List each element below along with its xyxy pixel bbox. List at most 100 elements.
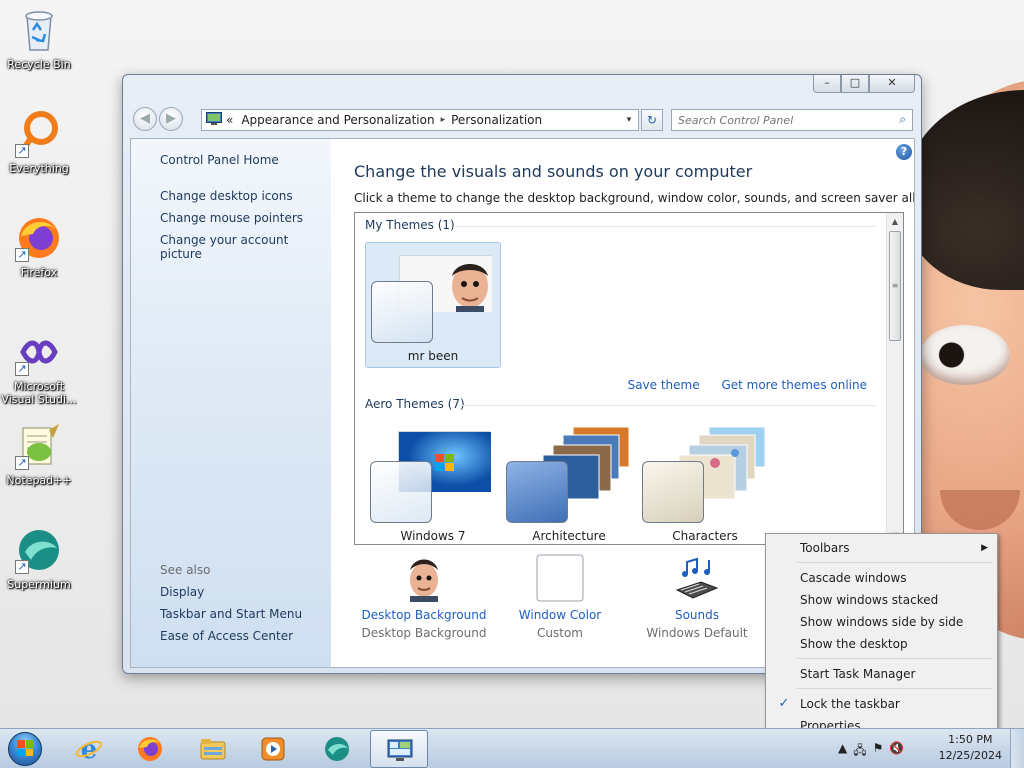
- network-icon[interactable]: 🖧: [853, 741, 866, 762]
- menu-item-lock-taskbar[interactable]: ✓ Lock the taskbar: [769, 693, 994, 715]
- aero-themes-heading: Aero Themes (7): [365, 397, 465, 411]
- taskbar-control-panel[interactable]: [370, 730, 428, 768]
- shortcut-arrow-icon: ↗: [15, 248, 29, 262]
- ease-of-access-link[interactable]: Ease of Access Center: [160, 629, 302, 643]
- menu-item-start-task-manager[interactable]: Start Task Manager: [769, 663, 994, 685]
- taskbar-internet-explorer[interactable]: e: [60, 730, 118, 768]
- menu-item-label: Show the desktop: [800, 637, 908, 651]
- theme-tile-characters[interactable]: Characters: [637, 419, 773, 544]
- change-desktop-icons-link[interactable]: Change desktop icons: [160, 189, 331, 203]
- page-title: Change the visuals and sounds on your co…: [354, 162, 753, 181]
- volume-muted-icon[interactable]: 🔇: [889, 741, 904, 762]
- theme-tile-mr-been[interactable]: mr been: [365, 242, 501, 368]
- menu-item-windows-stacked[interactable]: Show windows stacked: [769, 589, 994, 611]
- display-link[interactable]: Display: [160, 585, 302, 599]
- theme-name: mr been: [407, 349, 459, 363]
- desktop-icon-recycle-bin[interactable]: Recycle Bin: [0, 6, 78, 71]
- show-desktop-button[interactable]: [1010, 729, 1024, 768]
- change-mouse-pointers-link[interactable]: Change mouse pointers: [160, 211, 331, 225]
- tray-icons: ▲ 🖧 ⚑ 🔇: [838, 741, 904, 762]
- taskbar-supermium[interactable]: [308, 730, 366, 768]
- control-panel-home-link[interactable]: Control Panel Home: [160, 153, 331, 167]
- close-button[interactable]: ✕: [869, 75, 915, 93]
- address-bar[interactable]: « Appearance and Personalization ▸ Perso…: [201, 109, 639, 131]
- control-panel-icon: [206, 111, 222, 129]
- clock[interactable]: 1:50 PM 12/25/2024: [939, 732, 1002, 764]
- task-pane: Control Panel Home Change desktop icons …: [131, 139, 331, 667]
- change-account-picture-link[interactable]: Change your account picture: [160, 233, 331, 261]
- start-button[interactable]: [4, 729, 46, 768]
- menu-item-toolbars[interactable]: Toolbars ▶: [769, 537, 994, 559]
- theme-list-scrollbar[interactable]: ▲ ≡ ▼: [886, 213, 903, 544]
- desktop-icon-visual-studio[interactable]: ↗ Microsoft Visual Studi...: [0, 328, 78, 406]
- theme-color-swatch: [642, 461, 704, 523]
- address-dropdown-icon[interactable]: ▾: [620, 110, 638, 130]
- show-hidden-icons-icon[interactable]: ▲: [838, 741, 847, 762]
- taskbar-media-player[interactable]: [244, 730, 302, 768]
- taskbar-start-menu-link[interactable]: Taskbar and Start Menu: [160, 607, 302, 621]
- media-player-icon: [261, 737, 285, 761]
- menu-item-side-by-side[interactable]: Show windows side by side: [769, 611, 994, 633]
- clock-date: 12/25/2024: [938, 749, 1002, 762]
- firefox-icon: ↗: [15, 214, 63, 262]
- page-description: Click a theme to change the desktop back…: [354, 191, 915, 205]
- window-color-item[interactable]: Window Color Custom: [490, 554, 630, 640]
- desktop-icon-supermium[interactable]: ↗ Supermium: [0, 526, 78, 591]
- scroll-thumb[interactable]: ≡: [889, 231, 901, 341]
- control-panel-icon: [387, 739, 413, 761]
- refresh-icon: ↻: [646, 113, 658, 127]
- theme-color-swatch: [506, 461, 568, 523]
- taskbar-file-explorer[interactable]: [184, 730, 242, 768]
- shortcut-arrow-icon: ↗: [15, 560, 29, 574]
- menu-item-label: Show windows side by side: [800, 615, 964, 629]
- theme-name: Characters: [672, 529, 738, 543]
- refresh-button[interactable]: ↻: [641, 109, 663, 131]
- theme-tile-architecture[interactable]: Architecture: [501, 419, 637, 544]
- clock-time: 1:50 PM: [948, 733, 993, 746]
- sounds-link[interactable]: Sounds: [627, 608, 767, 622]
- address-prefix: «: [226, 113, 234, 127]
- save-theme-link[interactable]: Save theme: [628, 378, 700, 392]
- desktop-icon-everything[interactable]: ↗ Everything: [0, 110, 78, 175]
- desktop-icon-label: Notepad++: [6, 474, 72, 487]
- breadcrumb-appearance[interactable]: Appearance and Personalization: [241, 113, 434, 127]
- taskbar-context-menu: Toolbars ▶ Cascade windows Show windows …: [765, 533, 998, 740]
- menu-item-show-desktop[interactable]: Show the desktop: [769, 633, 994, 655]
- sounds-item[interactable]: Sounds Windows Default: [627, 554, 767, 640]
- caption-buttons: – □ ✕: [813, 75, 915, 93]
- svg-text:e: e: [81, 735, 98, 763]
- desktop-background-icon: [400, 554, 448, 602]
- menu-item-cascade-windows[interactable]: Cascade windows: [769, 567, 994, 589]
- theme-color-swatch: [370, 461, 432, 523]
- window-color-link[interactable]: Window Color: [490, 608, 630, 622]
- desktop-background-link[interactable]: Desktop Background: [354, 608, 494, 622]
- window-color-icon: [536, 554, 584, 602]
- theme-tile-windows-7[interactable]: Windows 7: [365, 419, 501, 544]
- desktop-background-item[interactable]: Desktop Background Desktop Background: [354, 554, 494, 640]
- scroll-up-icon[interactable]: ▲: [887, 213, 903, 230]
- search-input[interactable]: [672, 110, 882, 130]
- taskbar[interactable]: e ▲ 🖧 ⚑ 🔇 1:50 PM 12/25/2024: [0, 728, 1024, 768]
- desktop-icon-firefox[interactable]: ↗ Firefox: [0, 214, 78, 279]
- forward-button[interactable]: ▶: [159, 107, 183, 131]
- search-icon[interactable]: ⌕: [899, 112, 906, 127]
- breadcrumb-separator-icon[interactable]: ▸: [441, 115, 446, 125]
- minimize-button[interactable]: –: [813, 75, 841, 93]
- breadcrumb-personalization[interactable]: Personalization: [451, 113, 542, 127]
- back-button[interactable]: ◀: [133, 107, 157, 131]
- internet-explorer-icon: e: [76, 735, 102, 763]
- help-icon[interactable]: ?: [896, 144, 912, 160]
- desktop-icon-notepad-plus-plus[interactable]: ↗ Notepad++: [0, 422, 78, 487]
- firefox-icon: [138, 737, 162, 761]
- get-more-themes-link[interactable]: Get more themes online: [721, 378, 867, 392]
- action-center-flag-icon[interactable]: ⚑: [873, 741, 884, 762]
- maximize-button[interactable]: □: [841, 75, 869, 93]
- menu-item-label: Cascade windows: [800, 571, 907, 585]
- desktop-icon-label: Everything: [9, 162, 69, 175]
- shortcut-arrow-icon: ↗: [15, 456, 29, 470]
- checkmark-icon: ✓: [778, 696, 790, 711]
- windows-logo-icon: [17, 740, 33, 756]
- group-divider: [455, 226, 875, 227]
- window-color-value: Custom: [537, 626, 583, 640]
- taskbar-firefox[interactable]: [121, 730, 179, 768]
